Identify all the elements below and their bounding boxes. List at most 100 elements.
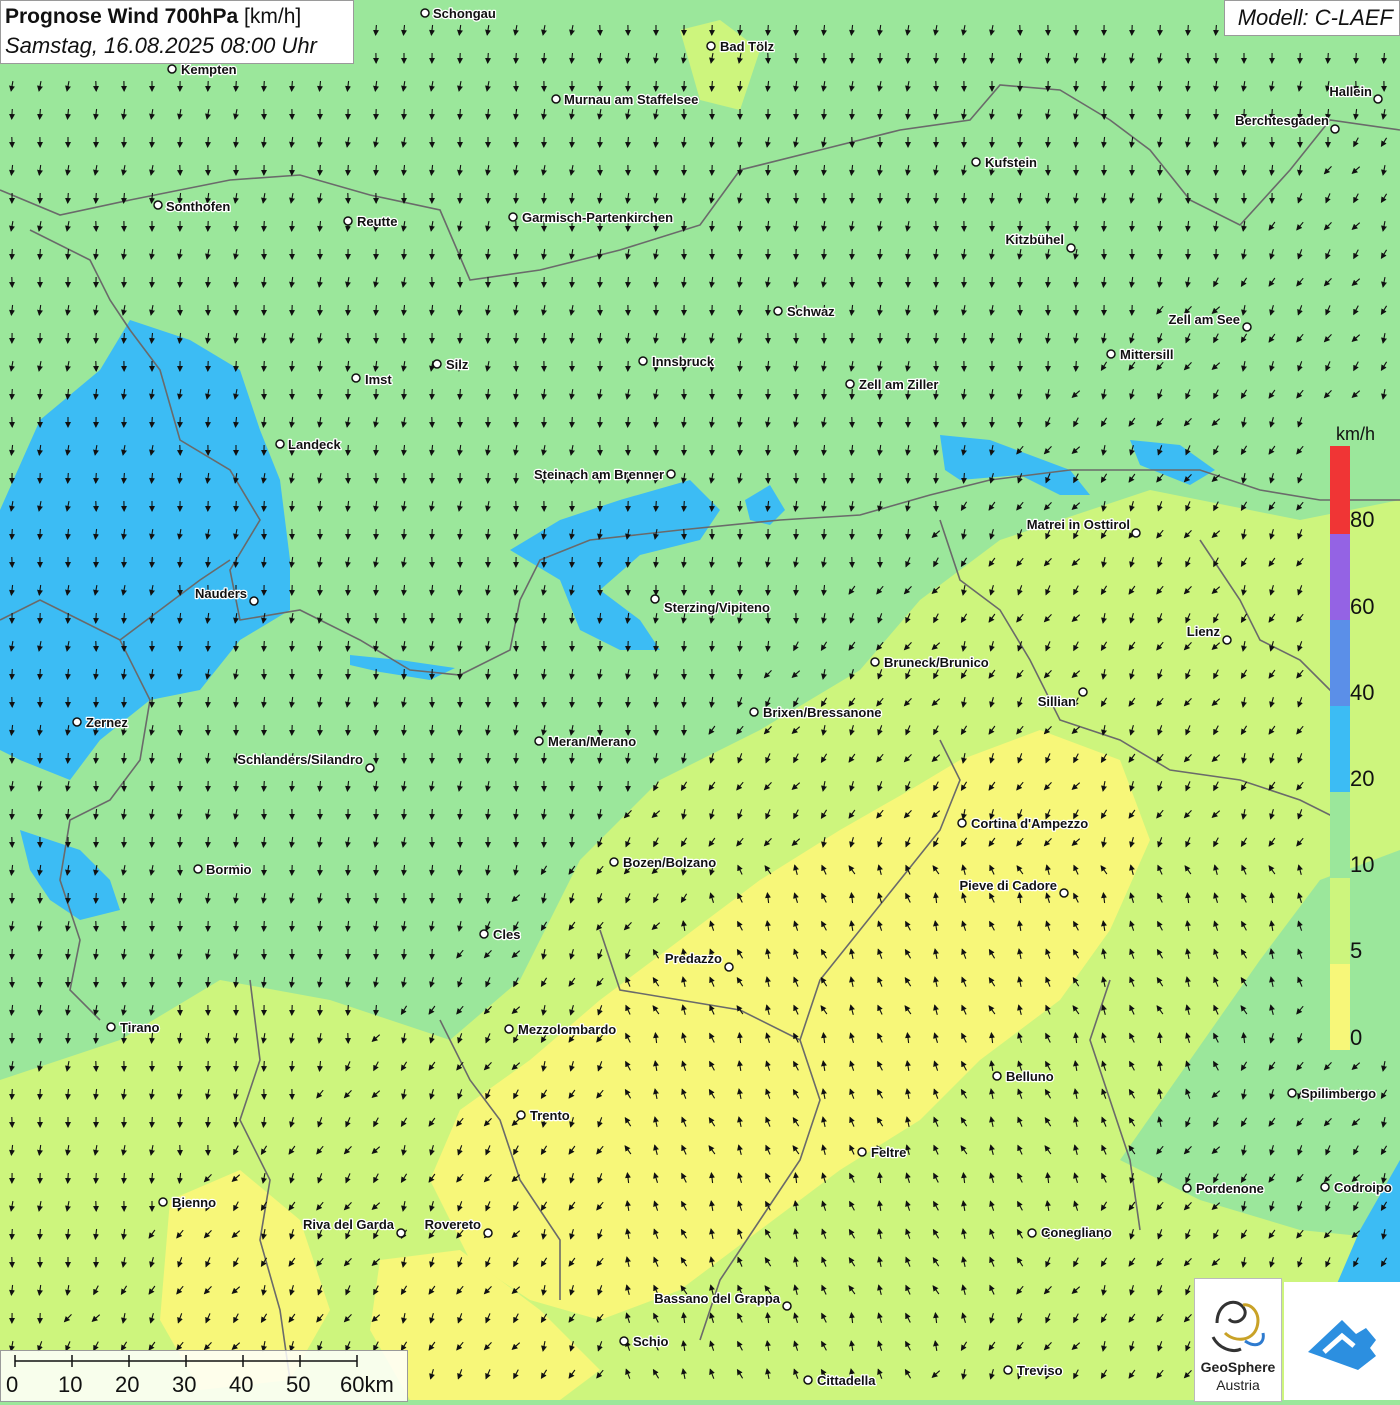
forecast-datetime: Samstag, 16.08.2025 08:00 Uhr (5, 33, 317, 59)
city-marker-icon (168, 65, 176, 73)
wind-arrow-icon (96, 613, 97, 623)
city-conegliano: Conegliano (1028, 1225, 1112, 1240)
city-marker-icon (620, 1337, 628, 1345)
wind-arrow-icon (516, 473, 517, 483)
wind-arrow-icon (488, 53, 489, 63)
city-label: Conegliano (1041, 1225, 1112, 1240)
wind-arrow-icon (12, 249, 13, 259)
legend-label-80: 80 (1350, 507, 1374, 533)
legend-band-80-plus (1330, 446, 1350, 534)
wind-arrow-icon (600, 277, 601, 287)
wind-arrow-icon (320, 1005, 321, 1015)
city-marker-icon (783, 1302, 791, 1310)
wind-arrow-icon (432, 949, 433, 959)
scale-label-50: 50 (286, 1372, 310, 1398)
title-unit: [km/h] (244, 5, 301, 28)
wind-arrow-icon (684, 641, 685, 651)
city-label: Sterzing/Vipiteno (664, 600, 770, 615)
scale-label-20: 20 (115, 1372, 139, 1398)
wind-arrow-icon (852, 109, 853, 119)
wind-arrow-icon (768, 25, 769, 35)
wind-arrow-icon (236, 921, 237, 931)
city-label: Schio (633, 1334, 668, 1349)
wind-arrow-icon (684, 221, 685, 231)
city-marker-icon (517, 1111, 525, 1119)
scale-label-0: 0 (6, 1372, 18, 1398)
city-marker-icon (552, 95, 560, 103)
wind-arrow-icon (824, 249, 825, 259)
wind-arrow-icon (432, 529, 433, 539)
wind-arrow-icon (68, 1173, 69, 1183)
city-bruneck-brunico: Bruneck/Brunico (871, 655, 989, 670)
wind-arrow-icon (264, 501, 265, 511)
title-bold: Prognose Wind 700hPa (5, 5, 238, 28)
city-label: Steinach am Brenner (534, 467, 664, 482)
wind-arrow-icon (152, 837, 153, 847)
city-marker-icon (804, 1376, 812, 1384)
wind-arrow-icon (180, 1117, 181, 1127)
wind-arrow-icon (12, 529, 13, 539)
legend-band-20-40 (1330, 706, 1350, 792)
city-marker-icon (505, 1025, 513, 1033)
wind-arrow-icon (236, 641, 237, 651)
city-label: Pordenone (1196, 1181, 1264, 1196)
wind-arrow-icon (348, 165, 349, 175)
wind-arrow-icon (264, 361, 265, 371)
city-marker-icon (1028, 1229, 1036, 1237)
city-marker-icon (344, 217, 352, 225)
wind-arrow-icon (1076, 81, 1077, 91)
wind-arrow-icon (992, 417, 993, 427)
city-label: Kempten (181, 62, 237, 77)
wind-arrow-icon (68, 753, 69, 763)
wind-arrow-icon (348, 585, 349, 595)
city-label: Bienno (172, 1195, 216, 1210)
geosphere-logo[interactable]: GeoSphere Austria (1194, 1278, 1282, 1402)
wind-arrow-icon (936, 53, 937, 63)
wind-arrow-icon (852, 249, 853, 259)
city-label: Tirano (120, 1020, 160, 1035)
wind-arrow-icon (684, 81, 685, 91)
city-label: Brixen/Bressanone (763, 705, 882, 720)
wind-arrow-icon (992, 277, 993, 287)
city-marker-icon (1321, 1183, 1329, 1191)
city-label: Spilimbergo (1301, 1086, 1376, 1101)
wind-arrow-icon (572, 137, 573, 147)
wind-arrow-icon (96, 473, 97, 483)
wind-arrow-icon (236, 1061, 237, 1071)
city-label: Murnau am Staffelsee (564, 92, 698, 107)
wind-arrow-icon (1020, 137, 1021, 147)
wind-arrow-icon (180, 417, 181, 427)
city-marker-icon (725, 963, 733, 971)
wind-arrow-icon (180, 137, 181, 147)
cloud-arrow-logo[interactable] (1284, 1282, 1400, 1400)
city-marker-icon (433, 360, 441, 368)
wind-arrow-icon (488, 193, 489, 203)
city-label: Bad Tölz (720, 39, 775, 54)
model-box: Modell: C-LAEF (1224, 0, 1400, 36)
wind-arrow-icon (404, 109, 405, 119)
city-marker-icon (421, 9, 429, 17)
wind-arrow-icon (68, 193, 69, 203)
city-marker-icon (484, 1229, 492, 1237)
city-marker-icon (276, 440, 284, 448)
wind-arrow-icon (656, 641, 657, 651)
city-marker-icon (194, 865, 202, 873)
city-label: Belluno (1006, 1069, 1054, 1084)
legend-label-10: 10 (1350, 852, 1374, 878)
wind-arrow-icon (1020, 417, 1021, 427)
city-label: Reutte (357, 214, 397, 229)
wind-arrow-icon (12, 109, 13, 119)
wind-arrow-icon (348, 865, 349, 875)
city-label: Meran/Merano (548, 734, 636, 749)
wind-arrow-icon (516, 613, 517, 623)
wind-arrow-icon (68, 473, 69, 483)
wind-arrow-icon (572, 837, 573, 847)
wind-arrow-icon (656, 501, 657, 511)
city-marker-icon (667, 470, 675, 478)
wind-arrow-icon (740, 585, 741, 595)
wind-arrow-icon (432, 669, 433, 679)
wind-arrow-icon (320, 725, 321, 735)
city-marker-icon (1331, 125, 1339, 133)
scale-label-60km: 60km (340, 1372, 394, 1398)
wind-arrow-icon (12, 669, 13, 679)
